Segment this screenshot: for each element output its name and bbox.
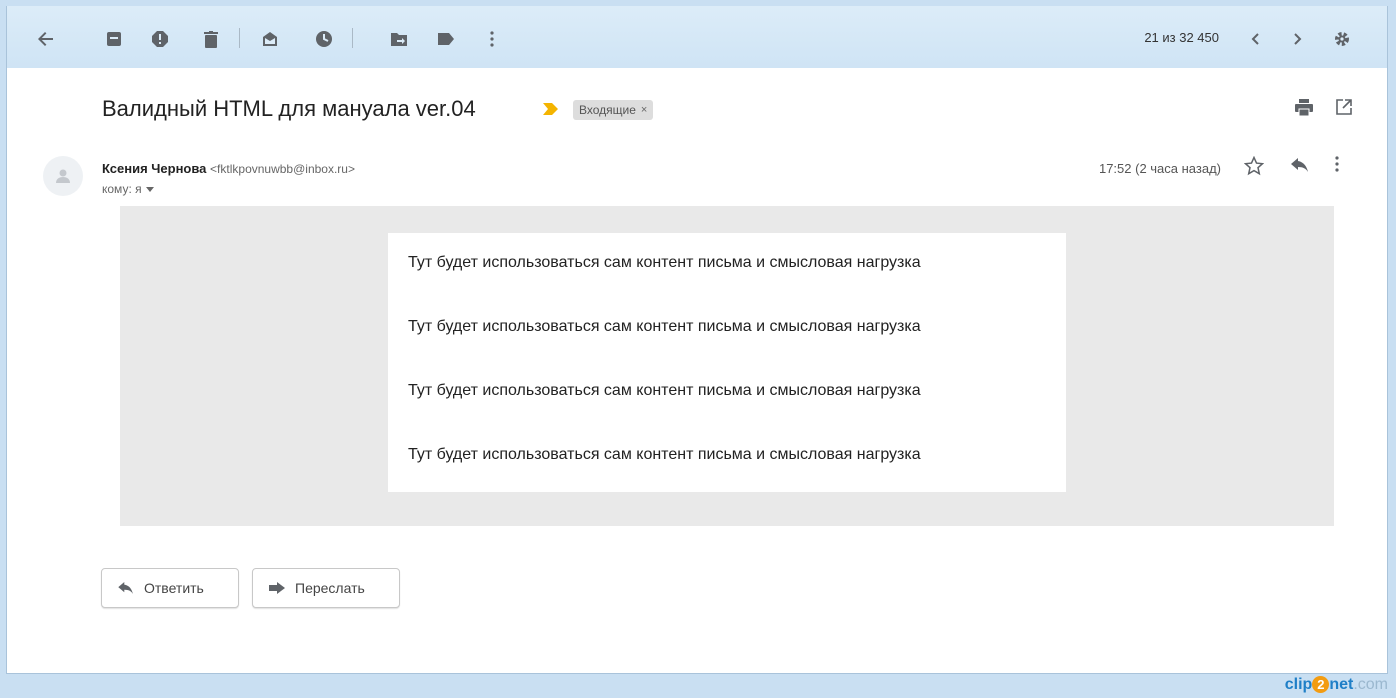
label-chip-inbox: Входящие × xyxy=(573,100,654,120)
recipients-text: кому: я xyxy=(102,182,142,196)
email-text-line: Тут будет использоваться сам контент пис… xyxy=(408,446,921,463)
forward-button[interactable]: Переслать xyxy=(252,568,400,608)
toolbar-separator xyxy=(239,28,240,48)
email-text-line: Тут будет использоваться сам контент пис… xyxy=(408,382,921,399)
label-chip-text: Входящие xyxy=(579,103,636,117)
message-more-vert-icon[interactable] xyxy=(1335,156,1339,177)
important-marker-icon[interactable] xyxy=(543,102,559,120)
move-to-icon[interactable] xyxy=(388,28,410,50)
watermark-text: net xyxy=(1329,676,1354,693)
toolbar-separator xyxy=(352,28,353,48)
toolbar: 21 из 32 450 xyxy=(7,6,1387,68)
email-body-background: Тут будет использоваться сам контент пис… xyxy=(120,206,1334,526)
snooze-icon[interactable] xyxy=(313,28,335,50)
newer-chevron-icon[interactable] xyxy=(1244,28,1266,50)
mark-unread-icon[interactable] xyxy=(259,28,281,50)
older-chevron-icon[interactable] xyxy=(1287,28,1309,50)
watermark-digit: 2 xyxy=(1312,676,1330,693)
watermark-domain: .com xyxy=(1353,676,1388,693)
sender-line: Ксения Чернова <fktlkpovnuwbb@inbox.ru> xyxy=(102,161,355,176)
settings-gear-icon[interactable] xyxy=(1331,28,1353,50)
recipients-toggle[interactable]: кому: я xyxy=(102,182,154,196)
gmail-window: 21 из 32 450 Валидный HTML для мануала v… xyxy=(6,6,1388,674)
report-spam-icon[interactable] xyxy=(149,28,171,50)
email-subject: Валидный HTML для мануала ver.04 xyxy=(102,96,476,121)
clip2net-watermark: clip 2 net.com xyxy=(1285,676,1388,694)
email-text-line: Тут будет использоваться сам контент пис… xyxy=(408,318,921,335)
reply-icon[interactable] xyxy=(1291,158,1309,177)
sender-name: Ксения Чернова xyxy=(102,161,207,176)
reply-button-label: Ответить xyxy=(144,580,204,596)
email-content-card: Тут будет использоваться сам контент пис… xyxy=(388,233,1066,492)
forward-button-label: Переслать xyxy=(295,580,365,596)
sender-email: <fktlkpovnuwbb@inbox.ru> xyxy=(210,162,355,176)
sender-avatar xyxy=(43,156,83,196)
watermark-text: clip xyxy=(1284,676,1313,693)
message-time: 17:52 (2 часа назад) xyxy=(1098,161,1221,176)
labels-icon[interactable] xyxy=(435,28,457,50)
archive-icon[interactable] xyxy=(103,28,125,50)
print-icon[interactable] xyxy=(1294,99,1314,122)
reply-button[interactable]: Ответить xyxy=(101,568,239,608)
more-vert-icon[interactable] xyxy=(481,28,503,50)
email-text-line: Тут будет использоваться сам контент пис… xyxy=(408,254,921,271)
label-remove-button[interactable]: × xyxy=(641,100,647,120)
reply-arrow-icon xyxy=(118,582,133,594)
star-icon[interactable] xyxy=(1243,155,1265,181)
open-in-new-window-icon[interactable] xyxy=(1336,99,1352,120)
delete-icon[interactable] xyxy=(200,28,222,50)
dropdown-caret-icon xyxy=(145,186,154,192)
message-counter: 21 из 32 450 xyxy=(1144,30,1219,45)
back-arrow-icon[interactable] xyxy=(35,28,57,50)
forward-arrow-icon xyxy=(269,582,285,594)
